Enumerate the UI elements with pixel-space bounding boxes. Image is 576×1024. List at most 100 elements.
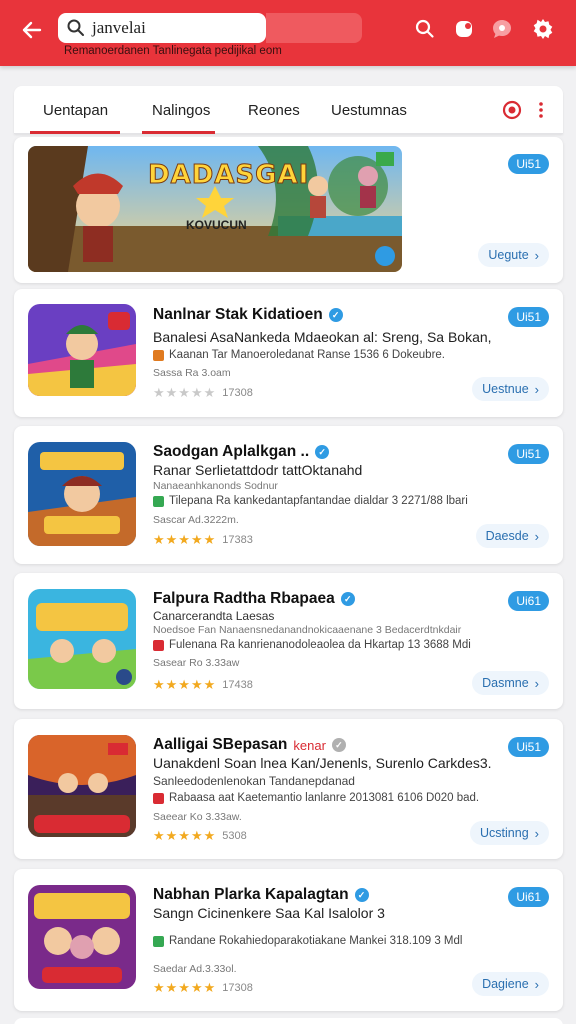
search-input[interactable]: janvelai: [58, 13, 266, 43]
app-action-button[interactable]: Uestnue ›: [472, 377, 549, 401]
banner-title: DADASGAI: [147, 160, 310, 191]
app-icon[interactable]: [28, 735, 136, 837]
app-action-button[interactable]: Dagiene ›: [472, 972, 549, 996]
rating-count: 17308: [222, 982, 253, 994]
app-subline: Noedsoe Fan Nanaensnedanandnokicaaenane …: [153, 624, 462, 636]
app-artwork: [28, 304, 136, 396]
star-rating-icon: ★★★★★: [153, 677, 217, 692]
header-settings-button[interactable]: [531, 17, 555, 41]
app-card[interactable]: Falpura Radtha Rbapaea ✓ Canarcerandta L…: [14, 573, 563, 709]
app-size: Sasear Ro 3.33aw: [153, 657, 240, 669]
app-action-button[interactable]: Dasmne ›: [472, 671, 549, 695]
app-rating: ★★★★★ 17308: [153, 980, 253, 996]
banner-action-button[interactable]: Uegute ›: [478, 243, 549, 267]
app-meta-text: Fulenana Ra kanrienanodoleaolea da Hkart…: [169, 639, 471, 651]
search-icon: [415, 19, 434, 38]
header-notification-button[interactable]: [452, 17, 476, 41]
app-meta-text: Kaanan Tar Manoeroledanat Ranse 1536 6 D…: [169, 349, 445, 361]
verified-icon: ✓: [340, 592, 355, 606]
gear-icon: [533, 19, 553, 39]
tab-nalingos[interactable]: Nalingos: [152, 102, 210, 119]
app-title-row: Aalligai SBepasan kenar ✓: [153, 736, 346, 754]
app-card[interactable]: Nanlnar Stak Kidatioen ✓ Banalesi AsaNan…: [14, 289, 563, 417]
banner-action-label: Uegute: [488, 248, 529, 262]
app-description: Ranar Serlietattdodr tattOktanahd: [153, 462, 363, 478]
app-card[interactable]: Aalligai SBepasan kenar ✓ Uanakdenl Soan…: [14, 719, 563, 859]
app-meta: Kaanan Tar Manoeroledanat Ranse 1536 6 D…: [153, 349, 533, 361]
app-description: Sangn Cicinenkere Saa Kal Isalolor 3: [153, 905, 385, 921]
app-header: janvelai Remanoerdanen Tanlinegata pedij…: [0, 0, 576, 66]
app-icon[interactable]: [28, 304, 136, 396]
app-size: Saeear Ko 3.33aw.: [153, 811, 242, 823]
info-badge-icon: [153, 639, 164, 651]
rating-count: 5308: [222, 830, 247, 842]
app-icon[interactable]: [28, 589, 136, 689]
app-action-button[interactable]: Ucstinng ›: [470, 821, 549, 845]
app-description: Uanakdenl Soan lnea Kan/Jenenls, Surenlo…: [153, 755, 492, 771]
app-icon[interactable]: [28, 885, 136, 989]
app-meta-text: Tilepana Ra kankedantapfantandae dialdar…: [169, 495, 468, 507]
back-button[interactable]: [16, 14, 48, 46]
rating-count: 17383: [222, 534, 253, 546]
app-action-button[interactable]: Daesde ›: [475, 524, 549, 548]
tab-reones[interactable]: Reones: [248, 102, 300, 119]
app-size: Saedar Ad.3.33ol.: [153, 963, 237, 975]
app-meta: Randane Rokahiedoparakotiakane Mankei 31…: [153, 935, 533, 947]
app-artwork: [28, 885, 136, 989]
app-badge: Ui61: [508, 591, 549, 611]
chevron-right-icon: ›: [534, 247, 539, 263]
banner-card[interactable]: DADASGAI KOVUCUN Ui51 Uegute ›: [14, 137, 563, 283]
app-rating: ★★★★★ 17308: [153, 385, 253, 401]
star-rating-icon: ★★★★★: [153, 980, 217, 995]
chevron-right-icon: ›: [534, 976, 539, 992]
app-icon[interactable]: [28, 442, 136, 546]
app-badge: Ui51: [508, 444, 549, 464]
banner-badge: Ui51: [508, 154, 549, 174]
app-title: Saodgan Aplalkgan ..: [153, 443, 310, 460]
app-meta: Tilepana Ra kankedantapfantandae dialdar…: [153, 495, 533, 507]
search-extension: [266, 13, 362, 43]
tab-uentapan[interactable]: Uentapan: [43, 102, 108, 119]
next-card-edge: [14, 1018, 563, 1024]
banner-image[interactable]: DADASGAI KOVUCUN: [28, 146, 402, 272]
tab-bar: Uentapan Nalingos Reones Uestumnas: [14, 86, 563, 134]
header-search-button[interactable]: [413, 17, 437, 41]
target-icon: [502, 100, 522, 120]
app-meta-text: Randane Rokahiedoparakotiakane Mankei 31…: [169, 935, 463, 947]
app-artwork: [28, 442, 136, 546]
chevron-right-icon: ›: [534, 675, 539, 691]
app-action-label: Dagiene: [482, 977, 529, 991]
app-subline: Sanleedodenlenokan Tandanepdanad: [153, 774, 355, 788]
arrow-left-icon: [22, 21, 42, 39]
app-action-label: Uestnue: [482, 382, 529, 396]
app-badge: Ui51: [508, 737, 549, 757]
app-title-row: Nanlnar Stak Kidatioen ✓: [153, 306, 343, 324]
info-badge-icon: [153, 792, 164, 804]
app-tag: kenar: [293, 737, 326, 753]
banner-subtitle: KOVUCUN: [186, 218, 247, 232]
star-rating-icon: ★★★★★: [153, 385, 217, 400]
more-button[interactable]: [532, 100, 550, 120]
info-badge-icon: [153, 935, 164, 947]
header-chat-button[interactable]: [490, 17, 514, 41]
app-card[interactable]: Saodgan Aplalkgan .. ✓ Ranar Serlietattd…: [14, 426, 563, 564]
app-action-label: Daesde: [485, 529, 529, 543]
app-title-row: Nabhan Plarka Kapalagtan ✓: [153, 886, 369, 904]
tab-active-indicator: [30, 131, 120, 134]
star-rating-icon: ★★★★★: [153, 532, 217, 547]
app-rating: ★★★★★ 17438: [153, 677, 253, 693]
verified-icon: ✓: [315, 445, 330, 459]
app-size: Sascar Ad.3222m.: [153, 514, 239, 526]
app-badge: Ui51: [508, 307, 549, 327]
app-action-label: Ucstinng: [480, 826, 529, 840]
target-button[interactable]: [502, 100, 522, 120]
rating-count: 17438: [222, 679, 253, 691]
app-card[interactable]: Nabhan Plarka Kapalagtan ✓ Sangn Cicinen…: [14, 869, 563, 1011]
tab-uestumnas[interactable]: Uestumnas: [331, 102, 407, 119]
search-subtitle: Remanoerdanen Tanlinegata pedijikal eom: [64, 45, 282, 57]
app-title: Nanlnar Stak Kidatioen: [153, 306, 323, 323]
app-artwork: [28, 589, 136, 689]
app-title: Falpura Radtha Rbapaea: [153, 590, 335, 607]
app-subline: Nanaeanhkanonds Sodnur: [153, 480, 278, 492]
app-title-row: Falpura Radtha Rbapaea ✓: [153, 590, 355, 608]
